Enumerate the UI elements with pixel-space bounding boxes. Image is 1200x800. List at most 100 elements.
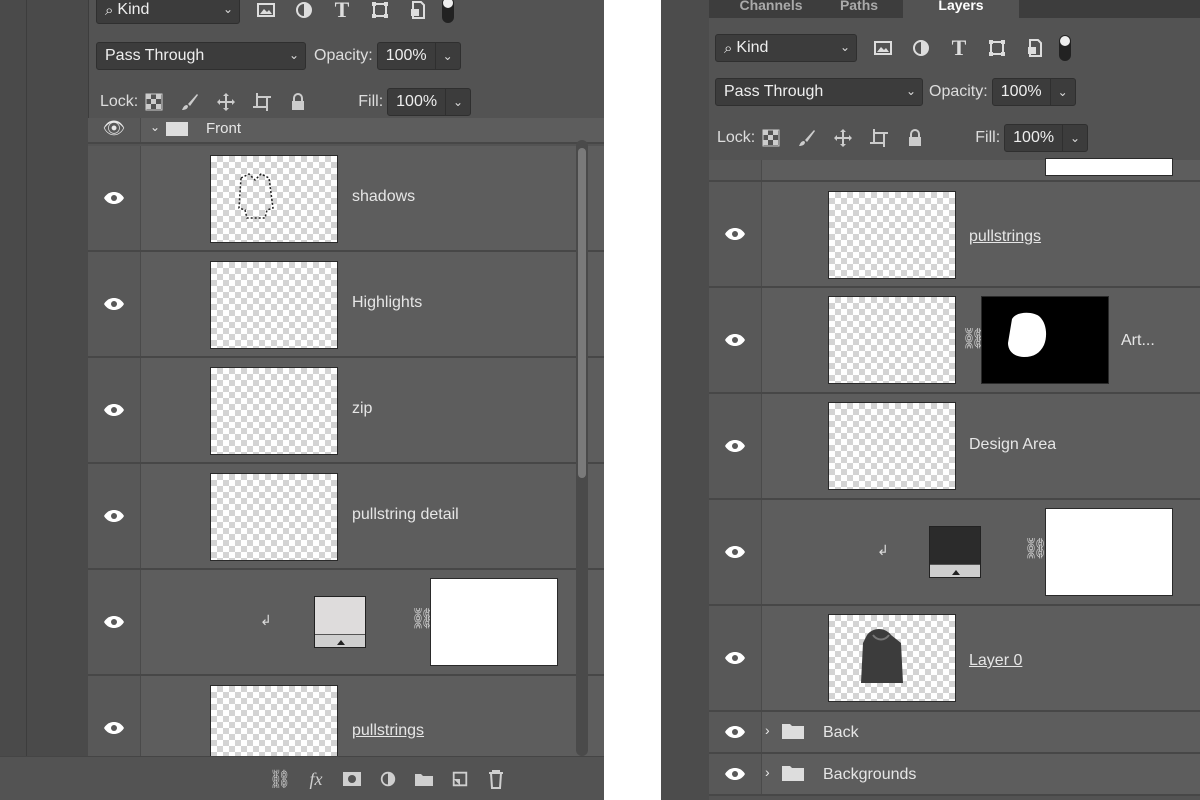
fx-layer-style-icon[interactable]: fx [298,763,334,795]
new-adjustment-layer-icon[interactable] [370,763,406,795]
visibility-eye-icon[interactable] [709,288,762,392]
adjustment-layer-row[interactable]: ↲ ⛓ [709,500,1200,606]
add-mask-icon[interactable] [334,763,370,795]
layer-name[interactable]: pullstrings [352,722,424,740]
group-name[interactable]: Back [823,724,859,742]
filter-toggle-switch[interactable] [1059,35,1071,61]
visibility-eye-icon[interactable] [709,182,762,286]
blend-mode-dropdown[interactable]: Pass Through ⌄ [96,42,306,70]
chevron-down-icon[interactable]: ⌄ [446,95,470,109]
adjustment-thumbnail[interactable] [314,596,366,648]
delete-layer-trash-icon[interactable] [478,763,514,795]
group-row-back[interactable]: › Back [709,712,1200,754]
adjustment-filter-icon[interactable] [909,36,933,60]
blend-mode-dropdown[interactable]: Pass Through ⌄ [715,78,923,106]
layer-row[interactable]: Highlights [88,252,604,358]
new-group-folder-icon[interactable] [406,763,442,795]
layer-name[interactable]: Highlights [352,294,422,312]
layer-name[interactable]: shadows [352,188,415,206]
visibility-eye-icon[interactable] [88,464,141,568]
layer-row[interactable]: pullstrings [709,182,1200,288]
layer-name[interactable]: pullstring detail [352,506,459,524]
lock-position-move-icon[interactable] [214,90,238,114]
type-filter-icon[interactable]: T [947,35,971,60]
opacity-field[interactable]: 100% ⌄ [376,42,461,70]
layer-name[interactable]: Art... [1121,332,1155,350]
layer-row[interactable]: pullstring detail [88,464,604,570]
layer-name[interactable]: pullstrings [969,228,1041,246]
layer-thumbnail[interactable] [828,296,956,384]
tab-paths[interactable]: Paths [821,0,897,18]
adjustment-layer-row[interactable]: ↲ ⛓ [88,570,604,676]
chevron-down-icon[interactable]: ⌄ [1063,131,1087,145]
lock-artboard-icon[interactable] [867,126,891,150]
tab-channels[interactable]: Channels [725,0,817,18]
chevron-right-icon[interactable]: › [765,764,770,780]
layer-thumbnail[interactable] [828,402,956,490]
lock-pixels-brush-icon[interactable] [178,90,202,114]
fill-value[interactable]: 100% [1005,125,1064,151]
scrollbar-thumb[interactable] [578,148,586,478]
link-layers-icon[interactable]: ⛓ [262,763,298,795]
adjustment-thumbnail[interactable] [929,526,981,578]
tab-layers[interactable]: Layers [903,0,1019,18]
kind-filter-dropdown[interactable]: ⌕ Kind ⌄ [96,0,240,24]
layer-thumbnail[interactable] [210,367,338,455]
opacity-value[interactable]: 100% [378,43,436,69]
adjustment-filter-icon[interactable] [292,0,316,22]
layer-thumbnail[interactable] [210,261,338,349]
layer-row-partial[interactable] [709,158,1200,182]
shape-filter-icon[interactable] [985,36,1009,60]
fill-value[interactable]: 100% [388,89,447,115]
visibility-eye-icon[interactable] [88,146,141,250]
lock-all-icon[interactable] [903,126,927,150]
layer-name[interactable]: Layer 0 [969,652,1022,670]
shape-filter-icon[interactable] [368,0,392,22]
lock-transparent-icon[interactable] [142,90,166,114]
filter-toggle-switch[interactable] [442,0,454,23]
visibility-eye-icon[interactable] [709,394,762,498]
image-filter-icon[interactable] [871,36,895,60]
scrollbar[interactable] [576,140,588,756]
new-layer-icon[interactable] [442,763,478,795]
layer-mask-thumbnail[interactable] [1045,508,1173,596]
group-row-front[interactable]: 👁 ⌄ Front [88,118,604,144]
kind-filter-dropdown[interactable]: ⌕ Kind ⌄ [715,34,857,62]
opacity-field[interactable]: 100% ⌄ [991,78,1076,106]
visibility-eye-icon[interactable]: 👁 [88,118,141,142]
layer-thumbnail[interactable] [210,473,338,561]
lock-artboard-icon[interactable] [250,90,274,114]
fill-field[interactable]: 100% ⌄ [1004,124,1089,152]
chevron-down-icon[interactable]: ⌄ [150,120,160,134]
type-filter-icon[interactable]: T [330,0,354,22]
layer-thumbnail[interactable] [828,614,956,702]
layer-thumbnail[interactable] [210,155,338,243]
visibility-eye-icon[interactable] [88,570,141,674]
visibility-eye-icon[interactable] [709,754,762,794]
layer-mask-thumbnail[interactable] [1045,158,1173,176]
chevron-right-icon[interactable]: › [765,722,770,738]
visibility-eye-icon[interactable] [709,712,762,752]
group-row-backgrounds[interactable]: › Backgrounds [709,754,1200,796]
layer-thumbnail[interactable] [828,191,956,279]
lock-transparent-icon[interactable] [759,126,783,150]
chevron-down-icon[interactable]: ⌄ [1051,85,1075,99]
layer-mask-thumbnail[interactable] [981,296,1109,384]
chevron-down-icon[interactable]: ⌄ [436,49,460,63]
opacity-value[interactable]: 100% [993,79,1051,105]
smart-object-filter-icon[interactable] [406,0,430,22]
layer-name[interactable]: Design Area [969,436,1056,454]
fill-field[interactable]: 100% ⌄ [387,88,472,116]
layer-mask-thumbnail[interactable] [430,578,558,666]
visibility-eye-icon[interactable] [709,500,762,604]
group-name[interactable]: Backgrounds [823,766,916,784]
lock-pixels-brush-icon[interactable] [795,126,819,150]
layer-row-with-mask[interactable]: ⛓ Art... [709,288,1200,394]
layer-row[interactable]: shadows [88,146,604,252]
image-filter-icon[interactable] [254,0,278,22]
layer-row[interactable]: Design Area [709,394,1200,500]
lock-all-icon[interactable] [286,90,310,114]
visibility-eye-icon[interactable] [88,358,141,462]
layer-row[interactable]: Layer 0 [709,606,1200,712]
lock-position-move-icon[interactable] [831,126,855,150]
